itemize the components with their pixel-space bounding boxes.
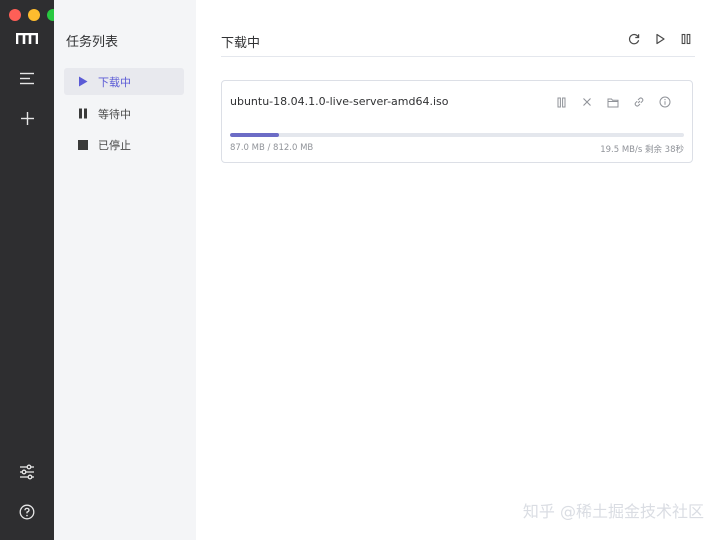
header-toolbar xyxy=(626,31,694,47)
page-title: 下载中 xyxy=(221,36,261,51)
link-icon xyxy=(634,97,644,107)
task-file-name: ubuntu-18.04.1.0-live-server-amd64.iso xyxy=(230,95,449,108)
pause-icon xyxy=(74,108,92,119)
resume-all-icon xyxy=(656,33,665,45)
plus-icon xyxy=(20,111,34,125)
pause-icon xyxy=(557,97,565,107)
header-divider xyxy=(221,56,695,57)
task-info-button[interactable] xyxy=(658,95,672,109)
task-speed-text: 19.5 MB/s 剩余 38秒 xyxy=(600,145,684,155)
main-panel: 下载中 ubuntu-18.04.1.0-live-server-amd64.i… xyxy=(196,0,720,540)
info-icon xyxy=(659,96,671,108)
resume-all-button[interactable] xyxy=(652,31,668,47)
minimize-window-button[interactable] xyxy=(28,9,40,21)
task-folder-button[interactable] xyxy=(606,95,620,109)
task-toolbar xyxy=(554,95,672,109)
pause-all-button[interactable] xyxy=(678,31,694,47)
close-window-button[interactable] xyxy=(9,9,21,21)
refresh-icon xyxy=(628,33,640,45)
nav-item-stopped[interactable]: 已停止 xyxy=(64,131,184,158)
task-list-panel: 任务列表 下载中 等待中 已停止 xyxy=(54,0,196,540)
task-pause-button[interactable] xyxy=(554,95,568,109)
menu-lines-icon xyxy=(20,72,34,84)
window-controls xyxy=(9,9,59,21)
add-task-button[interactable] xyxy=(0,100,54,136)
pause-all-icon xyxy=(681,33,691,45)
nav-item-active[interactable]: 下载中 xyxy=(64,68,184,95)
nav-item-label: 下载中 xyxy=(98,75,131,89)
nav-item-label: 等待中 xyxy=(98,107,131,121)
nav-item-label: 已停止 xyxy=(98,138,131,152)
task-size-text: 87.0 MB / 812.0 MB xyxy=(230,143,314,153)
task-list-button[interactable] xyxy=(0,60,54,96)
stop-icon xyxy=(74,139,92,150)
task-link-button[interactable] xyxy=(632,95,646,109)
task-item[interactable]: ubuntu-18.04.1.0-live-server-amd64.iso 8… xyxy=(221,80,693,163)
delete-icon xyxy=(583,98,591,106)
folder-icon xyxy=(607,98,619,107)
task-list-title: 任务列表 xyxy=(66,35,119,50)
app-logo-icon xyxy=(0,21,54,57)
preferences-button[interactable] xyxy=(0,454,54,490)
watermark: 知乎 @稀土掘金技术社区 xyxy=(522,502,704,521)
refresh-button[interactable] xyxy=(626,31,642,47)
task-progress-fill xyxy=(230,133,279,137)
task-progress-bar xyxy=(230,133,684,137)
task-delete-button[interactable] xyxy=(580,95,594,109)
nav-item-waiting[interactable]: 等待中 xyxy=(64,100,184,127)
app-sidebar xyxy=(0,0,59,540)
question-circle-icon xyxy=(19,504,35,520)
sliders-icon xyxy=(20,464,34,480)
help-button[interactable] xyxy=(0,494,54,530)
play-icon xyxy=(74,76,92,87)
